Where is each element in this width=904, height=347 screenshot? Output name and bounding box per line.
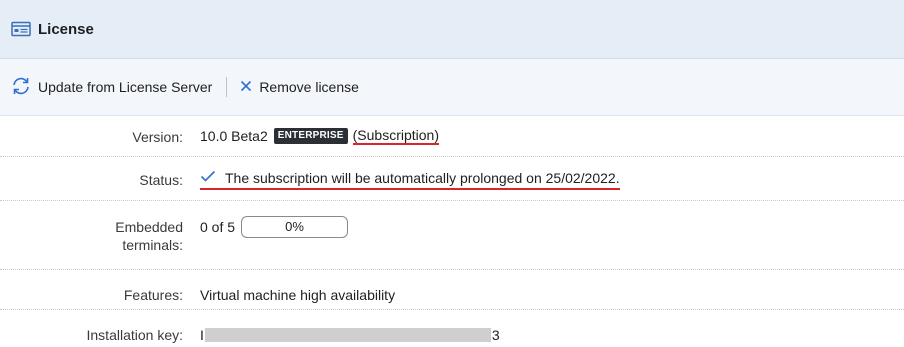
update-button-label: Update from License Server [38, 79, 213, 95]
panel-header: License [0, 0, 904, 59]
embedded-terminals-label-line2: terminals: [122, 237, 183, 253]
installation-key-value: I 3 [200, 326, 500, 344]
license-type: (Subscription) [352, 127, 440, 145]
embedded-terminals-label-line1: Embedded [115, 219, 183, 235]
installation-key-suffix: 3 [491, 327, 500, 343]
remove-button-label: Remove license [259, 79, 359, 95]
progress-text: 0% [285, 219, 304, 234]
refresh-icon [10, 76, 32, 99]
version-value: 10.0 Beta2 [200, 128, 268, 144]
checkmark-icon [200, 169, 216, 187]
panel-title: License [38, 20, 94, 38]
features-row: Features: Virtual machine high availabil… [0, 270, 904, 310]
installation-key-label: Installation key: [86, 327, 184, 343]
version-row: Version: 10.0 Beta2 ENTERPRISE (Subscrip… [0, 116, 904, 157]
features-label: Features: [123, 287, 183, 303]
terminals-progress-bar: 0% [241, 216, 349, 238]
embedded-terminals-label: Embedded terminals: [115, 218, 183, 254]
status-row: Status: The subscription will be automat… [0, 157, 904, 201]
embedded-terminals-value-group: 0 of 5 0% [200, 216, 349, 238]
version-label: Version: [132, 129, 183, 145]
status-underlined: The subscription will be automatically p… [200, 169, 620, 190]
status-value: The subscription will be automatically p… [225, 170, 620, 186]
edition-badge: ENTERPRISE [273, 128, 348, 144]
remove-license-button[interactable]: Remove license [239, 79, 359, 96]
features-value: Virtual machine high availability [200, 287, 396, 303]
license-card-icon [11, 21, 31, 37]
installation-key-row: Installation key: I 3 [0, 310, 904, 347]
embedded-terminals-count: 0 of 5 [200, 219, 236, 235]
embedded-terminals-row: Embedded terminals: 0 of 5 0% [0, 201, 904, 270]
status-value-group: The subscription will be automatically p… [200, 169, 620, 190]
redacted-key-block [204, 328, 491, 342]
version-value-group: 10.0 Beta2 ENTERPRISE (Subscription) [200, 127, 440, 145]
close-icon [239, 79, 253, 96]
update-from-license-server-button[interactable]: Update from License Server [10, 76, 212, 99]
toolbar: Update from License Server Remove licens… [0, 59, 904, 116]
installation-key-prefix: I [200, 327, 204, 343]
status-label: Status: [139, 172, 183, 188]
toolbar-separator [226, 77, 228, 97]
